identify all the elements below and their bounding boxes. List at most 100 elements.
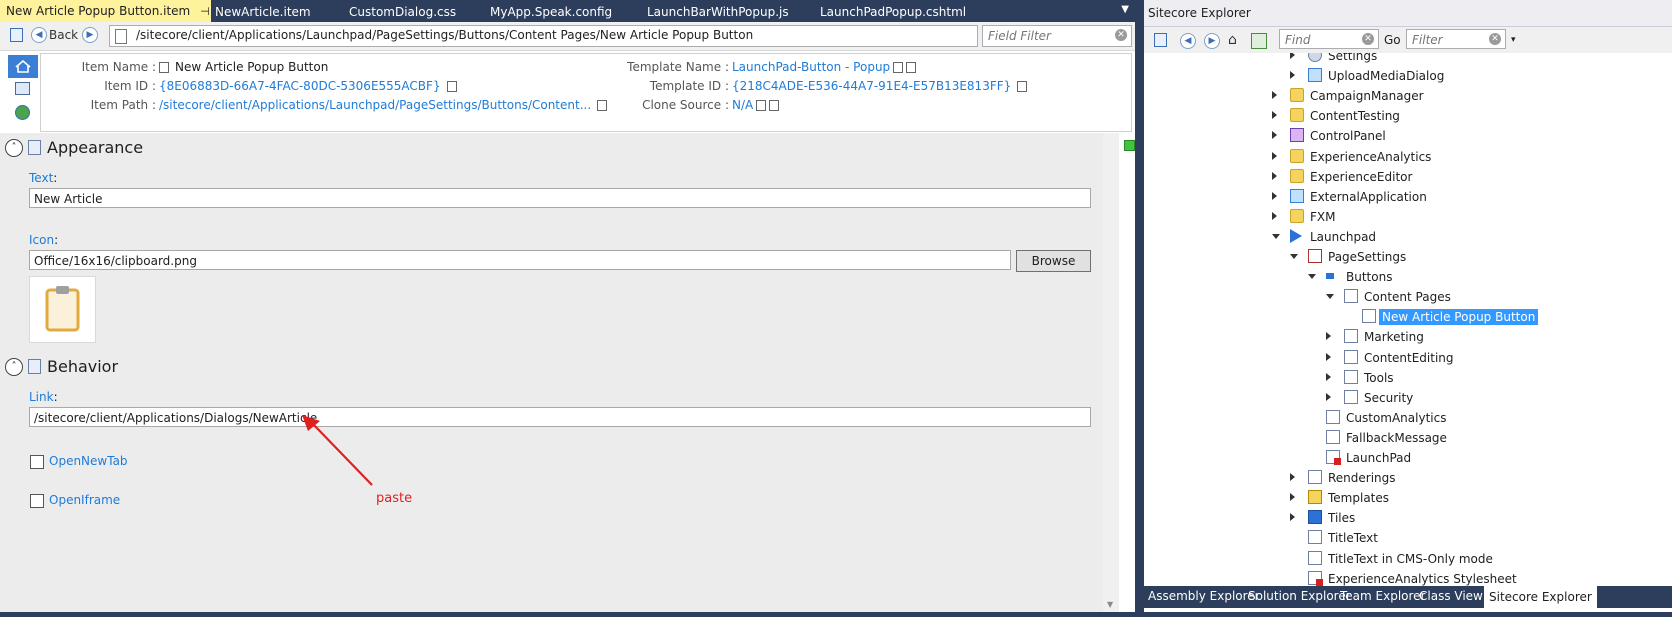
expand-arrow-icon[interactable] [1290,473,1295,482]
text-field-input[interactable]: New Article [29,188,1091,208]
copy-icon[interactable] [446,81,457,92]
explorer-toolbar: ◀ ▶ ⌂ ✕ Go ✕ ▾ [1144,27,1672,53]
template-id-value[interactable]: {218C4ADE-E536-44A7-91E4-E57B13E813FF} [732,79,1028,93]
section-appearance-title: Appearance [47,138,144,157]
expand-arrow-icon[interactable] [1290,513,1295,522]
expand-arrow-icon[interactable] [1272,131,1277,140]
app-icon [1308,68,1322,83]
bottom-tab[interactable]: Class View [1419,589,1483,603]
expand-arrow-icon[interactable] [1326,392,1331,401]
back-arrow-icon[interactable]: ◀ [1180,33,1196,49]
template-name-value[interactable]: LaunchPad-Button - Popup [732,60,917,74]
clear-filter-icon[interactable]: ✕ [1115,29,1127,41]
content-editor-icon[interactable] [1154,33,1167,47]
vertical-scrollbar[interactable]: ▼ [1103,133,1119,612]
link-field-input[interactable]: /sitecore/client/Applications/Dialogs/Ne… [29,407,1091,427]
field-filter-input[interactable] [986,26,1110,46]
document-tab-bar: New Article Popup Button.item ⊣ ✕ NewArtic… [0,0,1135,22]
tab-launchbarwithpopup-js[interactable]: LaunchBarWithPopup.js [647,2,789,22]
scroll-down-icon[interactable]: ▼ [1107,600,1113,609]
tree-node-label: Tools [1364,370,1394,385]
item-id-text: {8E06883D-66A7-4FAC-80DC-5306E555ACBF} [159,79,441,93]
expand-arrow-icon[interactable] [1326,352,1331,361]
globe-icon[interactable] [15,105,30,120]
home-view-button[interactable] [8,55,38,78]
item-path-box[interactable]: /sitecore/client/Applications/Launchpad/… [109,25,978,47]
expand-arrow-icon[interactable] [1272,191,1277,200]
collapse-arrow-icon[interactable] [1290,254,1298,259]
bottom-tab[interactable]: Solution Explorer [1248,589,1351,603]
external-link-icon[interactable] [756,100,767,111]
clear-filter-icon[interactable]: ✕ [1489,33,1501,45]
expand-arrow-icon[interactable] [1272,171,1277,180]
item-id-value[interactable]: {8E06883D-66A7-4FAC-80DC-5306E555ACBF} [159,79,457,93]
tree-node-label: Templates [1328,491,1390,506]
home-icon[interactable]: ⌂ [1228,33,1242,47]
bottom-tab[interactable]: Assembly Explorer [1148,589,1260,603]
expand-arrow-icon[interactable] [1272,151,1277,160]
external-link-icon[interactable] [893,62,904,73]
text-label-text: Text [29,171,54,185]
clear-find-icon[interactable]: ✕ [1362,33,1374,45]
bottom-tab[interactable]: Sitecore Explorer [1484,586,1597,608]
browse-button[interactable]: Browse [1016,250,1091,272]
text-field-label: Text: [29,171,57,185]
tab-new-article-popup-button-item[interactable]: New Article Popup Button.item ⊣ ✕ [0,0,226,22]
annotation-paste: paste [376,491,413,506]
expand-arrow-icon[interactable] [1290,493,1295,502]
open-new-tab-label[interactable]: OpenNewTab [49,454,128,468]
collapse-arrow-icon[interactable] [1326,294,1334,300]
expand-arrow-icon[interactable] [1290,53,1295,59]
clone-source-value[interactable]: N/A [732,98,780,112]
collapse-arrow-icon[interactable] [1308,274,1316,280]
tab-newarticle-item[interactable]: NewArticle.item [215,2,311,22]
icon-preview [29,276,96,343]
collapse-arrow-icon[interactable] [1272,233,1280,239]
tree-node-label: CampaignManager [1310,89,1424,104]
go-button[interactable]: Go [1384,33,1401,47]
content-editor-icon[interactable] [10,28,23,42]
open-iframe-checkbox[interactable] [30,494,44,508]
tab-myapp-speak-config[interactable]: MyApp.Speak.config [490,2,612,22]
collapse-behavior-icon[interactable]: ˄ [5,358,23,376]
copy-icon[interactable] [906,62,917,73]
tab-customdialog-css[interactable]: CustomDialog.css [349,2,456,22]
tab-launchpadpopup-cshtml[interactable]: LaunchPadPopup.cshtml [820,2,966,22]
add-connection-icon[interactable] [1251,33,1267,49]
expand-arrow-icon[interactable] [1272,211,1277,220]
open-new-tab-checkbox[interactable] [30,455,44,469]
item-path-value[interactable]: /sitecore/client/Applications/Launchpad/… [159,98,608,112]
tab-label: LaunchPadPopup.cshtml [820,5,967,19]
open-iframe-label[interactable]: OpenIframe [49,493,120,507]
hierarchy-view-icon[interactable] [15,82,30,95]
copy-icon[interactable] [1017,81,1028,92]
tab-overflow-menu-icon[interactable]: ▼ [1121,4,1129,15]
tmpl-icon [1308,490,1322,505]
template-id-text: {218C4ADE-E536-44A7-91E4-E57B13E813FF} [732,79,1012,93]
doc-icon [159,62,169,73]
expand-arrow-icon[interactable] [1290,71,1295,80]
tree-node-label: Tiles [1328,511,1356,526]
item-name-text: New Article Popup Button [175,60,329,74]
bottom-tab[interactable]: Team Explorer [1340,589,1426,603]
tree-node-label: Buttons [1346,270,1393,285]
doc-icon [1362,309,1376,324]
expand-arrow-icon[interactable] [1272,111,1277,120]
icon-field-input[interactable]: Office/16x16/clipboard.png [29,250,1011,270]
find-input[interactable] [1283,30,1357,50]
item-doc-icon [115,29,127,44]
pin-icon[interactable]: ⊣ [200,5,210,18]
forward-arrow-icon[interactable]: ▶ [1204,33,1220,49]
back-arrow-icon[interactable]: ◀ [31,27,47,43]
filter-input[interactable] [1410,30,1484,50]
back-button[interactable]: Back [49,28,78,42]
collapse-appearance-icon[interactable]: ˄ [5,139,23,157]
expand-arrow-icon[interactable] [1272,91,1277,100]
copy-icon[interactable] [769,100,780,111]
tree-node-label: ContentTesting [1310,109,1400,124]
forward-arrow-icon[interactable]: ▶ [82,27,98,43]
filter-options-icon[interactable]: ▾ [1511,35,1516,45]
doc-icon [1308,530,1322,545]
expand-arrow-icon[interactable] [1326,372,1331,381]
expand-arrow-icon[interactable] [1326,332,1331,341]
